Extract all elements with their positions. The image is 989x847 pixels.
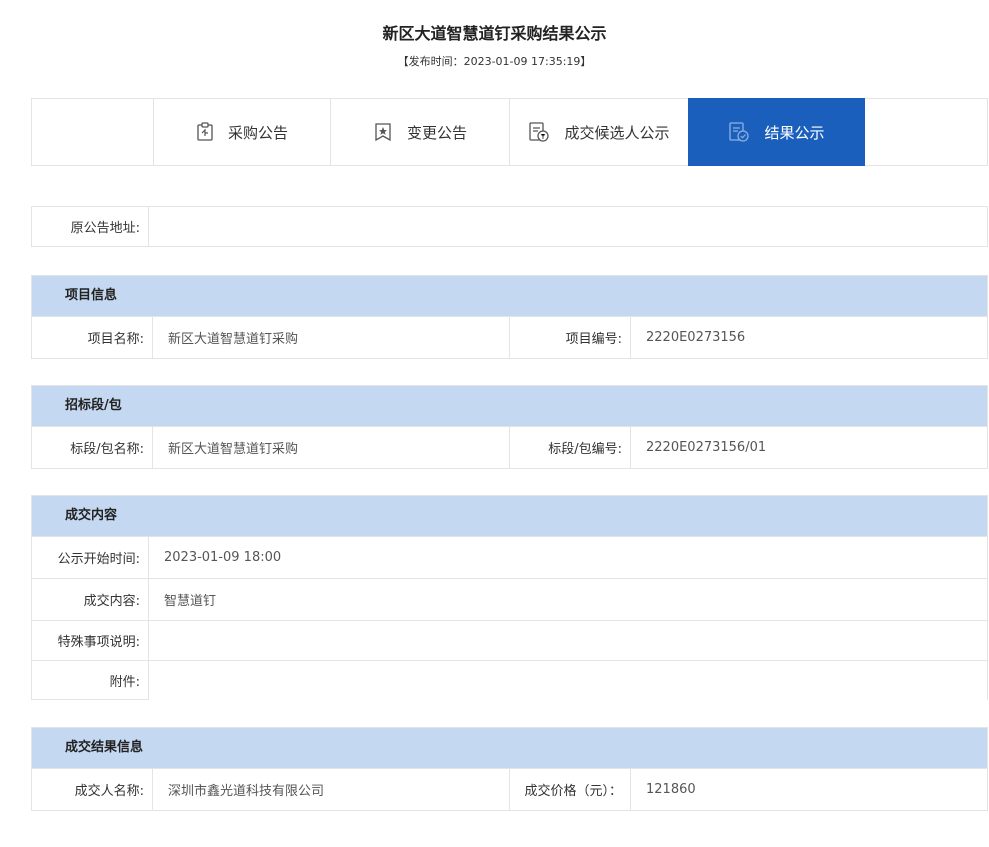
original-notice-row: 原公告地址: bbox=[32, 207, 987, 246]
deal-content-label: 成交内容: bbox=[83, 594, 140, 609]
winner-name-label: 成交人名称: bbox=[74, 784, 144, 799]
project-name-label: 项目名称: bbox=[87, 332, 144, 347]
project-code-value: 2220E0273156 bbox=[630, 317, 987, 358]
tab-label: 结果公示 bbox=[764, 123, 825, 142]
package-name-value: 新区大道智慧道钉采购 bbox=[152, 427, 509, 468]
attachment-label: 附件: bbox=[32, 661, 148, 700]
attachment-value[interactable] bbox=[148, 661, 987, 700]
section-heading: 成交内容 bbox=[32, 496, 987, 536]
project-info-section: 项目信息 项目名称: 新区大道智慧道钉采购 项目编号: 2220E0273156 bbox=[31, 275, 988, 359]
deal-content-row: 成交内容: 智慧道钉 bbox=[32, 578, 987, 620]
deal-start-value: 2023-01-09 18:00 bbox=[148, 537, 987, 578]
package-name-label: 标段/包名称: bbox=[70, 442, 144, 457]
document-seal-icon bbox=[528, 121, 550, 143]
tab-label: 变更公告 bbox=[406, 123, 467, 142]
special-notes-value bbox=[148, 621, 987, 660]
document-check-icon bbox=[728, 121, 750, 143]
winner-name-value: 深圳市鑫光道科技有限公司 bbox=[152, 769, 509, 810]
deal-start-row: 公示开始时间: 2023-01-09 18:00 bbox=[32, 536, 987, 578]
section-heading: 成交结果信息 bbox=[32, 728, 987, 768]
original-notice-link[interactable] bbox=[148, 207, 987, 246]
bookmark-star-icon bbox=[373, 122, 393, 142]
package-code-value: 2220E0273156/01 bbox=[630, 427, 987, 468]
notice-tabs: 采购公告 变更公告 成交候选人公示 结果公示 bbox=[31, 98, 988, 166]
original-notice-box: 原公告地址: bbox=[31, 206, 988, 247]
tab-result-notice[interactable]: 结果公示 bbox=[688, 98, 865, 166]
tab-procurement-notice[interactable]: 采购公告 bbox=[153, 99, 330, 165]
package-info-row: 标段/包名称: 新区大道智慧道钉采购 标段/包编号: 2220E0273156/… bbox=[32, 426, 987, 468]
original-notice-label: 原公告地址: bbox=[70, 221, 140, 236]
special-notes-label: 特殊事项说明: bbox=[57, 635, 140, 650]
deal-price-value: 121860 bbox=[630, 769, 987, 810]
deal-start-label: 公示开始时间: bbox=[57, 552, 140, 567]
deal-content-value: 智慧道钉 bbox=[148, 579, 987, 620]
clipboard-icon bbox=[196, 122, 214, 142]
tab-candidate-notice[interactable]: 成交候选人公示 bbox=[509, 99, 688, 165]
tab-label: 采购公告 bbox=[227, 123, 288, 142]
section-heading: 项目信息 bbox=[32, 276, 987, 316]
tab-change-notice[interactable]: 变更公告 bbox=[330, 99, 509, 165]
deal-result-section: 成交结果信息 成交人名称: 深圳市鑫光道科技有限公司 成交价格（元）： 1218… bbox=[31, 727, 988, 811]
publish-time: 【发布时间：2023-01-09 17:35:19】 bbox=[397, 55, 592, 68]
project-name-value: 新区大道智慧道钉采购 bbox=[152, 317, 509, 358]
special-notes-row: 特殊事项说明: bbox=[32, 620, 987, 660]
deal-result-row: 成交人名称: 深圳市鑫光道科技有限公司 成交价格（元）： 121860 bbox=[32, 768, 987, 810]
section-heading: 招标段/包 bbox=[32, 386, 987, 426]
tab-label: 成交候选人公示 bbox=[564, 123, 670, 142]
project-info-row: 项目名称: 新区大道智慧道钉采购 项目编号: 2220E0273156 bbox=[32, 316, 987, 358]
project-code-label: 项目编号: bbox=[509, 317, 630, 358]
package-code-label: 标段/包编号: bbox=[509, 427, 630, 468]
deal-content-section: 成交内容 公示开始时间: 2023-01-09 18:00 成交内容: 智慧道钉… bbox=[31, 495, 988, 700]
page-title: 新区大道智慧道钉采购结果公示 bbox=[382, 24, 607, 43]
deal-price-label: 成交价格（元）： bbox=[509, 769, 630, 810]
package-section: 招标段/包 标段/包名称: 新区大道智慧道钉采购 标段/包编号: 2220E02… bbox=[31, 385, 988, 469]
attachment-row: 附件: bbox=[32, 660, 987, 700]
